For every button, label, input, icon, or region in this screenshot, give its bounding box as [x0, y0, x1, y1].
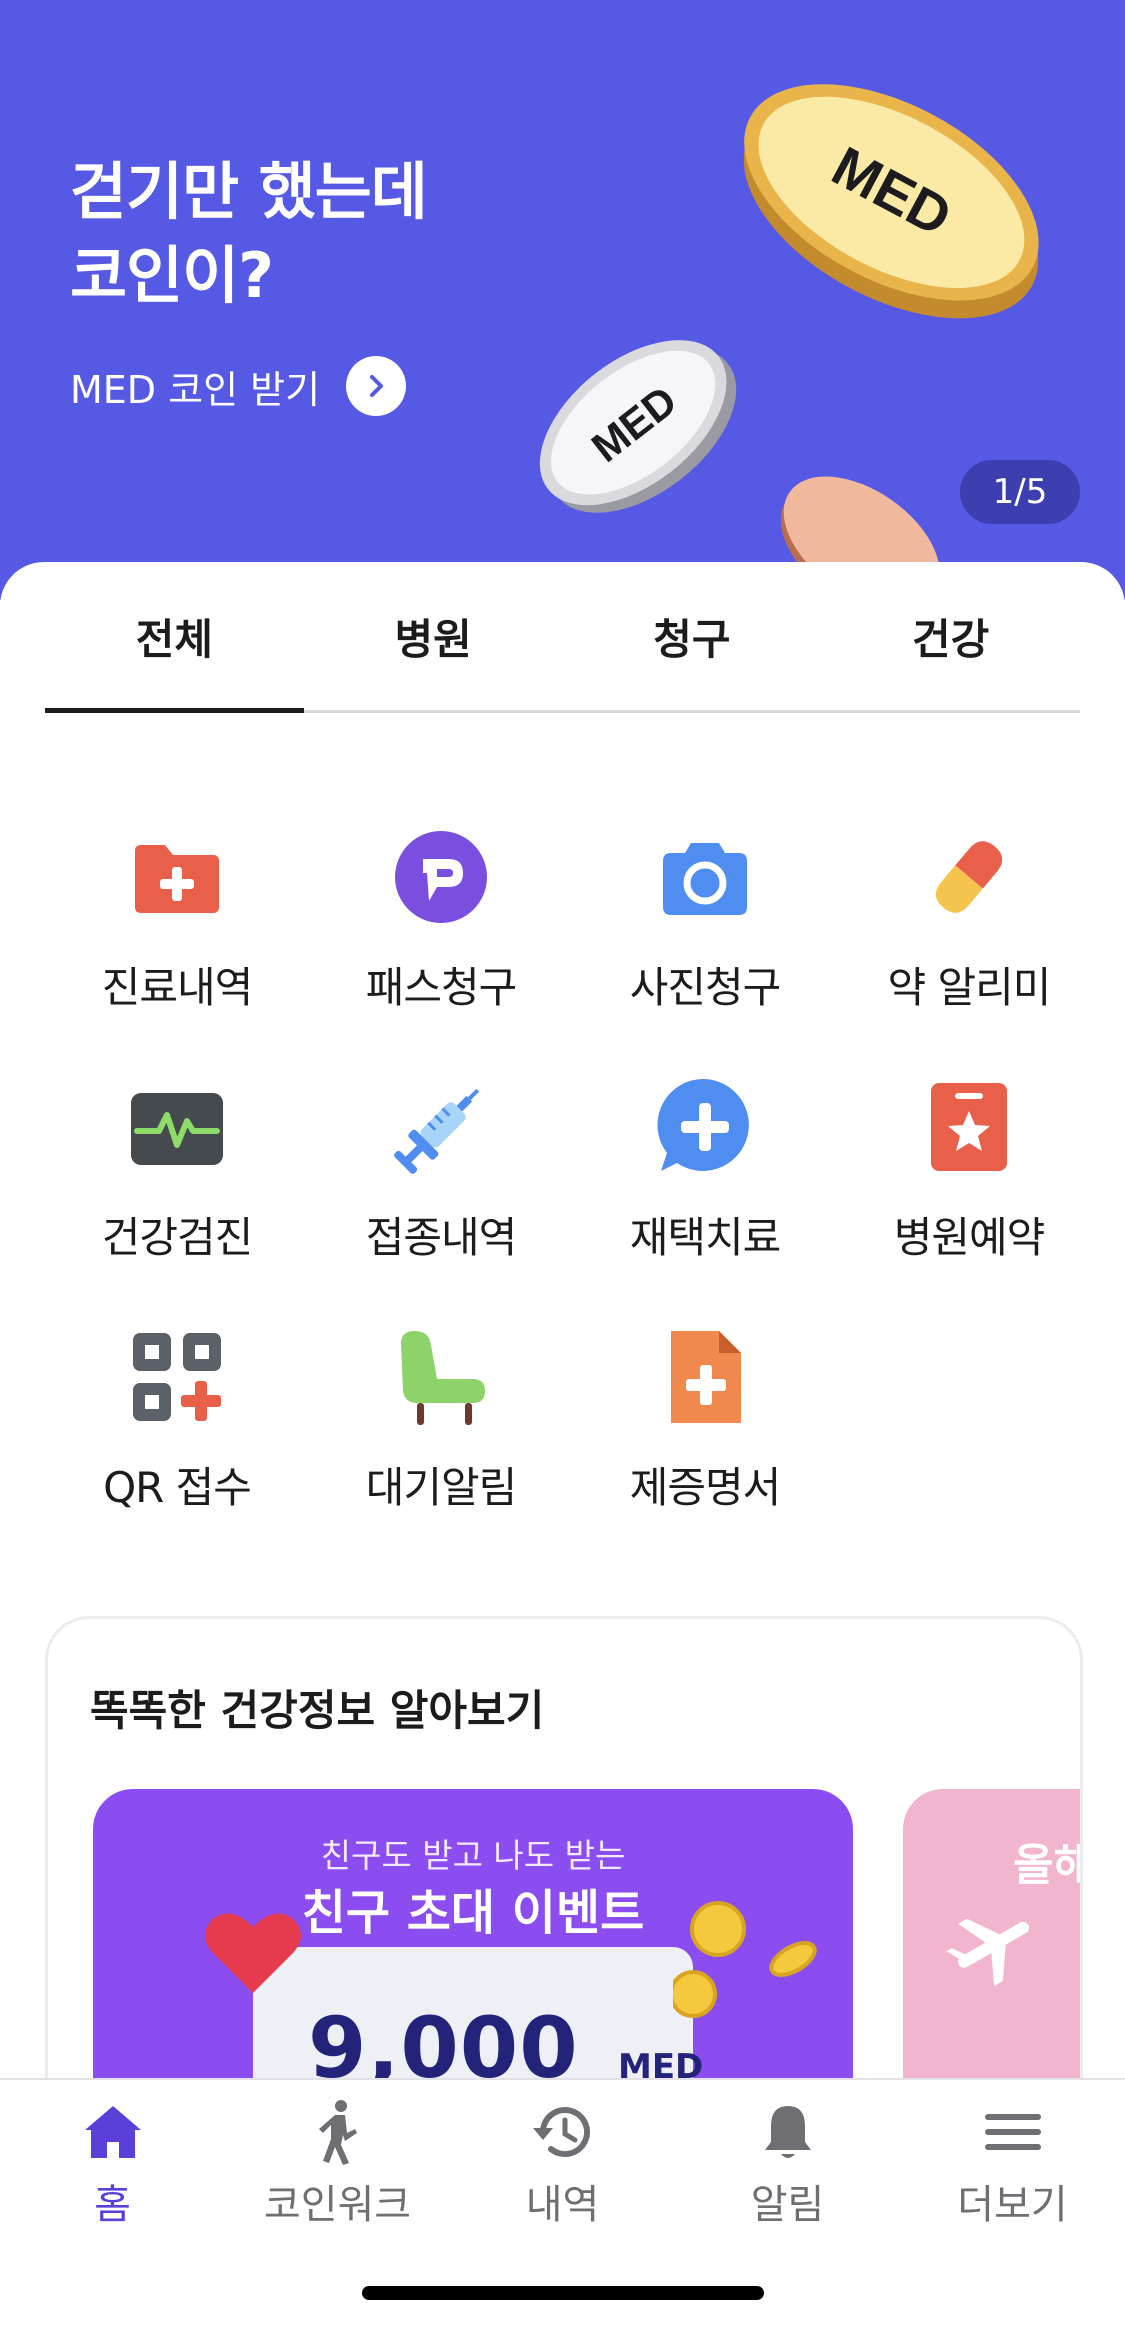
nav-history[interactable]: 내역 — [450, 2080, 675, 2230]
waiting-chair-icon — [386, 1322, 496, 1432]
history-icon — [531, 2100, 595, 2164]
main-sheet: 전체 병원 청구 건강 진료내역 패스청구 사진청구 약 알리미 건강검진 접종… — [0, 562, 1125, 2222]
cta-label: MED 코인 받기 — [70, 367, 321, 412]
hero-title-line1: 걷기만 했는데 — [70, 155, 428, 228]
tab-all[interactable]: 전체 — [45, 562, 304, 713]
hero-title: 걷기만 했는데 코인이? — [70, 150, 428, 318]
menu-vaccination-history[interactable]: 접종내역 — [309, 1072, 573, 1322]
tab-claim[interactable]: 청구 — [563, 562, 822, 710]
menu-label: 병원예약 — [893, 1213, 1046, 1262]
menu-label: 약 알리미 — [887, 963, 1052, 1012]
nav-label: 홈 — [94, 2182, 131, 2228]
pass-claim-icon — [386, 822, 496, 932]
menu-pass-claim[interactable]: 패스청구 — [309, 822, 573, 1072]
gold-coin-image: MED — [743, 84, 1039, 319]
nav-label: 내역 — [525, 2182, 600, 2228]
menu-label: 건강검진 — [101, 1213, 254, 1262]
home-indicator-bar — [362, 2286, 764, 2300]
menu-medical-history[interactable]: 진료내역 — [45, 822, 309, 1072]
menu-label: 접종내역 — [365, 1213, 518, 1262]
menu-waiting-alert[interactable]: 대기알림 — [309, 1322, 573, 1572]
hero-banner[interactable]: 걷기만 했는데 코인이? MED 코인 받기 MED MED 1/5 — [0, 0, 1125, 600]
menu-qr-reception[interactable]: QR 접수 — [45, 1322, 309, 1572]
hero-title-line2: 코인이? — [70, 239, 274, 312]
bookmark-star-icon — [914, 1072, 1024, 1182]
menu-label: 대기알림 — [365, 1463, 518, 1512]
menu-label: QR 접수 — [103, 1463, 252, 1512]
medical-folder-icon — [122, 822, 232, 932]
menu-label: 패스청구 — [365, 963, 518, 1012]
nav-coin-walk[interactable]: 코인워크 — [225, 2080, 450, 2230]
menu-pill-reminder[interactable]: 약 알리미 — [837, 822, 1101, 1072]
menu-label: 사진청구 — [629, 963, 782, 1012]
menu-hospital-reservation[interactable]: 병원예약 — [837, 1072, 1101, 1322]
menu-label: 제증명서 — [629, 1463, 782, 1512]
heart-monitor-icon — [122, 1072, 232, 1182]
nav-label: 알림 — [750, 2182, 825, 2228]
menu-label: 재택치료 — [629, 1213, 782, 1262]
health-info-title: 똑똑한 건강정보 알아보기 — [90, 1686, 545, 1735]
syringe-icon — [386, 1072, 496, 1182]
walking-icon — [306, 2100, 370, 2165]
menu-label: 진료내역 — [101, 963, 254, 1012]
heart-icon — [205, 1913, 301, 1993]
carousel-page-indicator: 1/5 — [960, 460, 1080, 524]
document-plus-icon — [650, 1322, 760, 1432]
nav-label: 코인워크 — [263, 2182, 412, 2228]
banner-subtitle: 친구도 받고 나도 받는 — [320, 1836, 626, 1875]
camera-icon — [650, 822, 760, 932]
service-menu-grid: 진료내역 패스청구 사진청구 약 알리미 건강검진 접종내역 재택치료 병원예약… — [45, 822, 1101, 1572]
category-tabs: 전체 병원 청구 건강 — [45, 562, 1080, 713]
menu-icon — [981, 2100, 1045, 2164]
chevron-right-icon — [346, 356, 407, 416]
chat-plus-icon — [650, 1072, 760, 1182]
tab-health[interactable]: 건강 — [821, 562, 1080, 710]
nav-notifications[interactable]: 알림 — [675, 2080, 900, 2230]
silver-coin-image: MED — [539, 340, 737, 513]
airplane-icon — [946, 1918, 1029, 1987]
banner-title: 올해 — [1013, 1840, 1080, 1891]
menu-certificates[interactable]: 제증명서 — [573, 1322, 837, 1572]
nav-label: 더보기 — [957, 2182, 1068, 2228]
menu-health-checkup[interactable]: 건강검진 — [45, 1072, 309, 1322]
menu-home-treatment[interactable]: 재택치료 — [573, 1072, 837, 1322]
home-icon — [81, 2100, 145, 2164]
qr-plus-icon — [122, 1322, 232, 1432]
coins-decoration-icon — [673, 1901, 817, 2018]
pill-icon — [914, 822, 1024, 932]
tab-hospital[interactable]: 병원 — [304, 562, 563, 710]
bell-icon — [756, 2100, 820, 2164]
nav-home[interactable]: 홈 — [0, 2080, 225, 2230]
nav-more[interactable]: 더보기 — [900, 2080, 1125, 2230]
menu-photo-claim[interactable]: 사진청구 — [573, 822, 837, 1072]
med-coin-cta-button[interactable]: MED 코인 받기 — [70, 356, 407, 416]
